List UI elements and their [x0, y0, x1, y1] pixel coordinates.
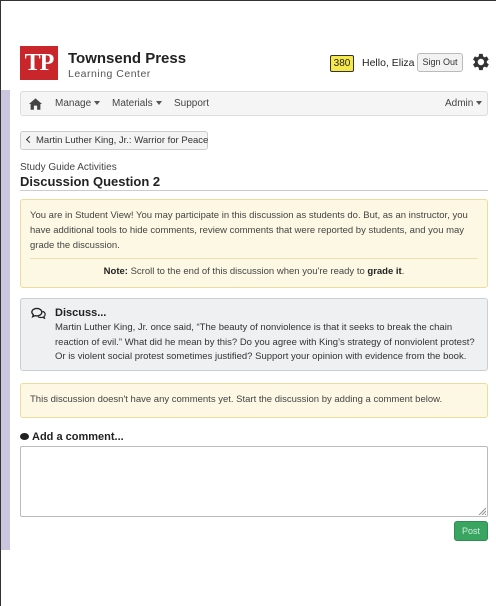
- points-badge[interactable]: 380: [330, 55, 354, 72]
- brand-name: Townsend Press: [68, 50, 187, 67]
- note-text: Scroll to the end of this discussion whe…: [127, 266, 368, 277]
- nav-materials-label: Materials: [112, 98, 153, 109]
- nav-support[interactable]: Support: [174, 98, 209, 109]
- nav-admin-label: Admin: [445, 98, 474, 109]
- add-comment-label: Add a comment...: [32, 431, 124, 443]
- section-label: Study Guide Activities: [20, 162, 117, 173]
- notice-divider: [30, 258, 478, 259]
- add-comment-heading: Add a comment...: [20, 431, 124, 443]
- comment-textarea[interactable]: [20, 446, 488, 517]
- gear-icon[interactable]: [469, 51, 491, 73]
- caret-down-icon: [94, 101, 101, 106]
- discussion-prompt-text: Martin Luther King, Jr. once said, “The …: [55, 322, 475, 362]
- nav-materials[interactable]: Materials: [112, 98, 162, 109]
- site-header: TP Townsend Press Learning Center 380 He…: [20, 46, 491, 84]
- grade-it-text: grade it: [367, 266, 402, 277]
- main-navbar: Manage Materials Support Admin: [20, 91, 488, 116]
- chevron-left-icon: [25, 135, 34, 144]
- home-icon[interactable]: [29, 98, 42, 110]
- user-greeting: Hello, Eliza: [362, 57, 415, 69]
- student-view-text: You are in Student View! You may partici…: [30, 210, 468, 251]
- logo[interactable]: TP: [20, 46, 58, 80]
- student-view-notice: You are in Student View! You may partici…: [20, 199, 488, 288]
- comment-icon: [20, 433, 29, 440]
- caret-down-icon: [476, 101, 483, 106]
- window-top-border: [0, 0, 496, 1]
- sign-out-button[interactable]: Sign Out: [417, 53, 463, 72]
- nav-manage[interactable]: Manage: [55, 98, 101, 109]
- no-comments-notice: This discussion doesn't have any comment…: [20, 383, 488, 418]
- note-end: .: [401, 266, 405, 277]
- back-to-book-button[interactable]: Martin Luther King, Jr.: Warrior for Pea…: [20, 131, 208, 150]
- discussion-prompt-panel: Discuss... Martin Luther King, Jr. once …: [20, 298, 488, 371]
- nav-admin[interactable]: Admin: [445, 98, 483, 109]
- back-button-label: Martin Luther King, Jr.: Warrior for Pea…: [36, 135, 209, 146]
- title-divider: [20, 190, 488, 191]
- post-button[interactable]: Post: [454, 521, 488, 541]
- comments-icon: [31, 307, 46, 319]
- brand-subtitle: Learning Center: [68, 68, 151, 80]
- side-strip: [1, 90, 10, 550]
- discussion-heading: Discuss...: [55, 307, 107, 319]
- page-title: Discussion Question 2: [20, 174, 161, 189]
- grade-note: Note: Scroll to the end of this discussi…: [30, 264, 478, 279]
- caret-down-icon: [155, 101, 162, 106]
- resize-handle-icon[interactable]: [478, 507, 486, 515]
- nav-manage-label: Manage: [55, 98, 92, 109]
- note-label: Note:: [103, 266, 128, 277]
